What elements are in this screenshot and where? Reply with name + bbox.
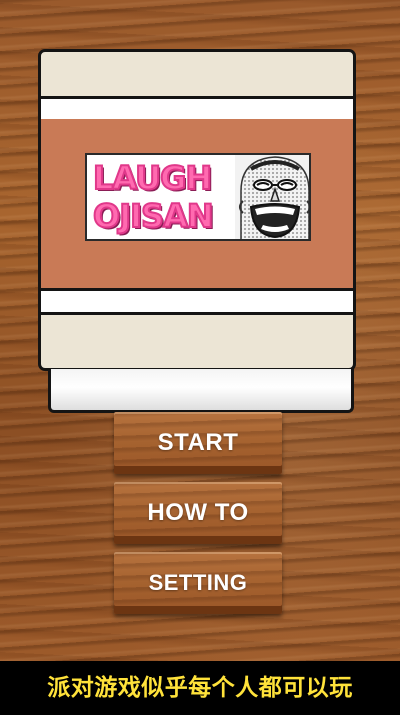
logo-title: LAUGH OJISAN	[92, 158, 243, 236]
how-to-button-label: HOW TO	[147, 499, 249, 526]
box-base	[48, 369, 354, 413]
caption-text: 派对游戏似乎每个人都可以玩	[47, 675, 353, 701]
title-box: LAUGH OJISAN	[38, 49, 356, 371]
caption-bar: 派对游戏似乎每个人都可以玩	[0, 661, 400, 715]
box-band: LAUGH OJISAN	[41, 119, 353, 291]
box-bottom-stripe	[41, 288, 353, 315]
setting-button-label: SETTING	[148, 570, 248, 595]
logo-title-line1: LAUGH	[92, 158, 213, 198]
setting-button[interactable]: SETTING	[114, 552, 282, 614]
laughing-face-icon	[235, 155, 309, 239]
logo-title-line2: OJISAN	[92, 196, 215, 236]
start-button-label: START	[157, 429, 239, 456]
start-button[interactable]: START	[114, 412, 282, 474]
game-logo: LAUGH OJISAN	[85, 153, 311, 241]
how-to-button[interactable]: HOW TO	[114, 482, 282, 544]
